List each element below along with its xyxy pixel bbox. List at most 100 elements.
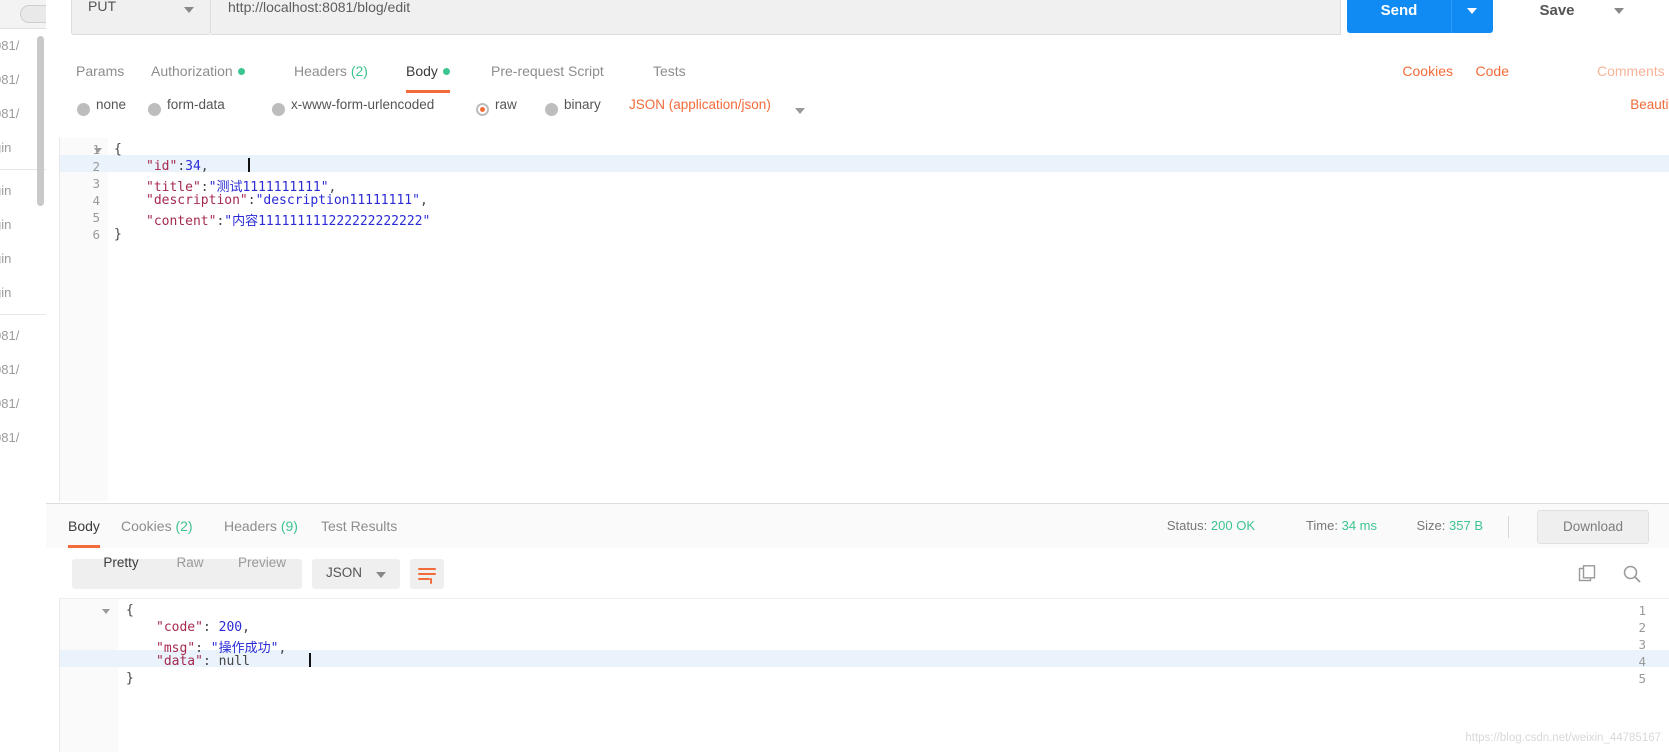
chevron-down-icon xyxy=(376,572,386,578)
active-line-highlight xyxy=(60,650,1669,667)
json-value: null xyxy=(218,654,250,669)
tab-params[interactable]: Params xyxy=(76,49,124,93)
json-value: "description11111111" xyxy=(255,193,420,208)
size-label: Size: xyxy=(1416,518,1446,533)
view-mode-preview[interactable]: Preview xyxy=(222,548,302,578)
json-key: "code" xyxy=(156,620,203,635)
json-value: 200 xyxy=(218,620,243,635)
radio-none[interactable] xyxy=(77,103,90,116)
tab-tests[interactable]: Tests xyxy=(653,49,686,93)
list-item[interactable]: gin xyxy=(0,242,46,276)
sidebar-top-tab[interactable] xyxy=(0,0,46,29)
radio-label-x-www-form-urlencoded[interactable]: x-www-form-urlencoded xyxy=(291,97,434,112)
body-type-selector: none form-data x-www-form-urlencoded raw… xyxy=(46,93,1669,133)
radio-label-none[interactable]: none xyxy=(96,97,126,112)
chevron-down-icon xyxy=(795,108,805,114)
json-key: "data" xyxy=(156,654,203,669)
method-dropdown[interactable]: PUT xyxy=(71,0,211,35)
url-input[interactable]: http://localhost:8081/blog/edit xyxy=(211,0,1341,35)
response-tab-cookies[interactable]: Cookies (2) xyxy=(121,504,193,548)
view-mode-pretty[interactable]: Pretty xyxy=(86,548,156,578)
radio-raw[interactable] xyxy=(476,103,489,116)
radio-label-raw[interactable]: raw xyxy=(495,97,517,112)
radio-label-form-data[interactable]: form-data xyxy=(167,97,225,112)
download-button[interactable]: Download xyxy=(1537,510,1649,544)
tab-badge: (2) xyxy=(175,518,193,534)
json-key: "id" xyxy=(146,159,178,174)
json-tail: , xyxy=(278,641,287,656)
json-value: 34 xyxy=(185,159,201,174)
size-value: 357 B xyxy=(1449,518,1483,533)
line-number: 5 xyxy=(92,210,100,225)
fold-toggle-icon[interactable] xyxy=(102,609,110,614)
chevron-down-icon xyxy=(1614,8,1624,14)
tab-label: Authorization xyxy=(151,63,233,79)
list-item[interactable]: 081/ xyxy=(0,387,46,421)
wrap-lines-button[interactable] xyxy=(410,559,444,589)
line-number: 4 xyxy=(1638,654,1646,669)
fold-toggle-icon[interactable] xyxy=(94,148,102,153)
radio-binary[interactable] xyxy=(545,103,558,116)
json-sep: : xyxy=(202,620,219,635)
divider xyxy=(0,314,46,315)
copy-icon[interactable] xyxy=(1578,565,1597,587)
editor-code-area[interactable]: 1 2 3 4 5 6 { "id":34, "title":"测试111111… xyxy=(60,138,1669,501)
radio-label-binary[interactable]: binary xyxy=(564,97,601,112)
sidebar-tab-pill xyxy=(20,5,46,23)
radio-form-data[interactable] xyxy=(148,103,161,116)
list-item[interactable]: 081/ xyxy=(0,319,46,353)
tab-label: Body xyxy=(406,63,438,79)
wrap-icon xyxy=(418,573,436,575)
time-badge: Time: 34 ms xyxy=(1306,504,1377,548)
response-tab-headers[interactable]: Headers (9) xyxy=(224,504,298,548)
json-sep: : xyxy=(202,654,219,669)
json-sep: : xyxy=(247,193,256,208)
response-tab-test-results[interactable]: Test Results xyxy=(321,504,397,548)
send-options-button[interactable] xyxy=(1451,0,1493,33)
json-value: "内容111111111222222222222" xyxy=(224,214,431,229)
json-tail: , xyxy=(419,193,428,208)
time-label: Time: xyxy=(1305,518,1338,533)
request-body-editor[interactable]: 1 2 3 4 5 6 { "id":34, "title":"测试111111… xyxy=(59,138,1669,501)
tab-label: Headers xyxy=(224,518,277,534)
tab-authorization[interactable]: Authorization xyxy=(151,49,245,93)
status-dot-icon xyxy=(442,68,450,76)
text-cursor xyxy=(248,158,250,172)
status-dot-icon xyxy=(237,68,245,76)
sidebar-scrollbar-thumb[interactable] xyxy=(37,36,44,206)
list-item[interactable]: gin xyxy=(0,276,46,310)
response-body-editor[interactable]: 1 2 3 4 5 { "code": 200, "msg": "操作成功", … xyxy=(59,598,1669,752)
comments-link[interactable]: Comments (0 xyxy=(1597,49,1669,93)
tab-body[interactable]: Body xyxy=(406,49,450,93)
watermark: https://blog.csdn.net/weixin_44785167 xyxy=(1465,732,1661,744)
radio-x-www-form-urlencoded[interactable] xyxy=(272,103,285,116)
response-tab-body[interactable]: Body xyxy=(68,504,100,548)
json-sep: : xyxy=(177,159,186,174)
search-icon[interactable] xyxy=(1622,564,1642,587)
list-item[interactable]: 081/ xyxy=(0,353,46,387)
line-number: 5 xyxy=(1638,671,1646,686)
tab-label: Cookies xyxy=(121,518,172,534)
postman-window: 081/ 081/ 081/ gin gin gin gin gin 081/ … xyxy=(0,0,1669,752)
content-type-dropdown[interactable]: JSON (application/json) xyxy=(629,97,771,112)
cookies-link[interactable]: Cookies xyxy=(1402,49,1453,93)
save-options-button[interactable] xyxy=(1602,0,1638,33)
send-button[interactable]: Send xyxy=(1347,0,1451,33)
tab-label: Params xyxy=(76,63,125,79)
save-button[interactable]: Save xyxy=(1512,0,1602,33)
response-format-dropdown[interactable]: JSON xyxy=(312,559,400,589)
list-item[interactable]: gin xyxy=(0,208,46,242)
tab-label: Headers xyxy=(294,63,347,79)
code-link[interactable]: Code xyxy=(1476,49,1509,93)
view-mode-raw[interactable]: Raw xyxy=(162,548,218,578)
tab-pre-request-script[interactable]: Pre-request Script xyxy=(491,49,604,93)
tab-headers[interactable]: Headers (2) xyxy=(294,49,368,93)
divider xyxy=(1508,516,1509,538)
tab-badge: (2) xyxy=(350,63,368,79)
wrap-icon xyxy=(430,578,432,584)
list-item[interactable]: 081/ xyxy=(0,421,46,455)
response-tabs: Body Cookies (2) Headers (9) Test Result… xyxy=(46,504,1669,549)
beautify-button[interactable]: Beautify xyxy=(1630,97,1669,112)
status-label: Status: xyxy=(1166,518,1208,533)
method-label: PUT xyxy=(88,0,116,14)
